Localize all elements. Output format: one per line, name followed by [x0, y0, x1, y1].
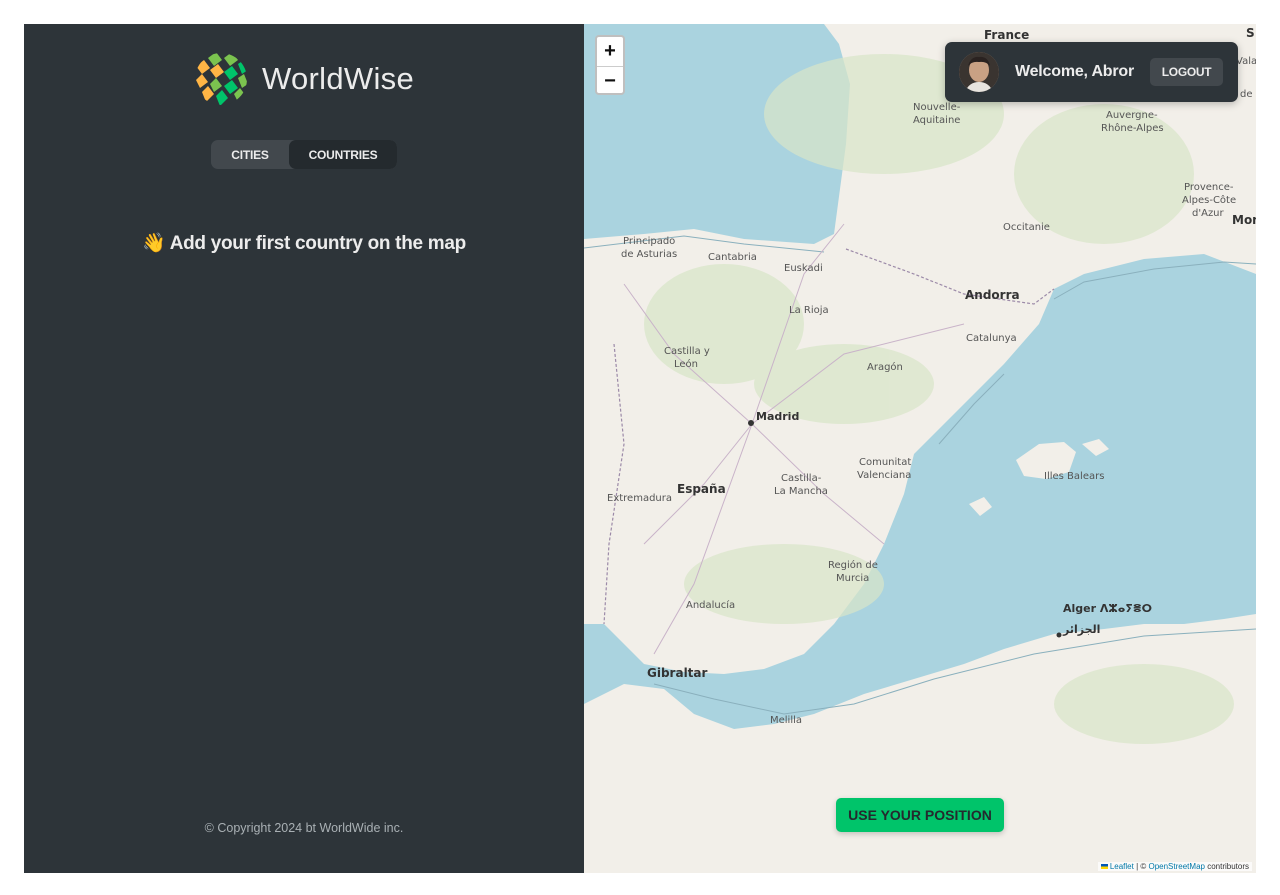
map-label-mon: Mon: [1232, 213, 1256, 227]
copyright: © Copyright 2024 bt WorldWide inc.: [204, 821, 404, 835]
map-label-occitanie: Occitanie: [1003, 222, 1050, 233]
map-label-provence1: Provence-: [1184, 182, 1234, 193]
map-label-edge-de: de: [1240, 89, 1253, 100]
use-position-button[interactable]: USE YOUR POSITION: [836, 798, 1004, 832]
map-label-edge-s: S: [1246, 26, 1255, 40]
map-label-madrid: Madrid: [756, 410, 799, 423]
map-label-nouvelle: Nouvelle-: [913, 102, 961, 113]
map-label-extremadura: Extremadura: [607, 493, 672, 504]
map-tiles[interactable]: France Nouvelle- Aquitaine Auvergne- Rhô…: [584, 24, 1256, 873]
map-label-catalunya: Catalunya: [966, 333, 1017, 344]
tab-cities[interactable]: CITIES: [211, 140, 289, 169]
map-label-edge-vala: Vala: [1236, 56, 1256, 67]
map-label-castilla2: León: [674, 358, 698, 370]
map-label-rhone: Rhône-Alpes: [1101, 122, 1164, 134]
view-tabs: CITIES COUNTRIES: [211, 140, 397, 169]
map-label-andorra: Andorra: [965, 288, 1020, 302]
attribution-contributors: contributors: [1204, 862, 1249, 871]
map-label-provence2: Alpes-Côte: [1182, 194, 1236, 206]
map-label-france: France: [984, 28, 1029, 42]
map-label-provence3: d'Azur: [1192, 208, 1225, 219]
map[interactable]: France Nouvelle- Aquitaine Auvergne- Rhô…: [584, 24, 1256, 873]
tab-countries[interactable]: COUNTRIES: [289, 140, 397, 169]
map-label-principado1: Principado: [623, 236, 675, 247]
empty-message: 👋 Add your first country on the map: [142, 233, 466, 254]
osm-link[interactable]: OpenStreetMap: [1148, 862, 1204, 871]
map-label-clm2: La Mancha: [774, 486, 828, 497]
attribution-separator: | ©: [1133, 862, 1149, 871]
welcome-text: Welcome, Abror: [1015, 63, 1135, 80]
sidebar: WorldWise CITIES COUNTRIES 👋 Add your fi…: [24, 24, 584, 873]
map-label-clm1: Castilla-: [781, 473, 822, 484]
map-label-larioja: La Rioja: [789, 305, 829, 316]
map-label-melilla: Melilla: [770, 715, 802, 726]
app-layout: WorldWise CITIES COUNTRIES 👋 Add your fi…: [24, 24, 1256, 873]
map-label-aragon: Aragón: [867, 361, 903, 373]
user-panel: Welcome, Abror LOGOUT: [945, 42, 1238, 102]
map-attribution: Leaflet | © OpenStreetMap contributors: [1097, 862, 1252, 871]
map-label-valencia2: Valenciana: [857, 470, 911, 481]
zoom-out-button[interactable]: −: [597, 67, 623, 96]
map-label-murcia1: Región de: [828, 559, 878, 571]
logo-text: WorldWise: [262, 61, 414, 96]
map-label-castilla1: Castilla y: [664, 346, 710, 357]
map-label-cantabria: Cantabria: [708, 252, 757, 263]
globe-logo-icon: [195, 53, 247, 105]
map-label-principado2: de Asturias: [621, 249, 677, 260]
map-label-espana: España: [677, 482, 726, 496]
map-label-euskadi: Euskadi: [784, 263, 823, 274]
leaflet-link[interactable]: Leaflet: [1110, 862, 1134, 871]
map-label-murcia2: Murcia: [836, 573, 869, 584]
map-label-andalucia: Andalucía: [686, 599, 735, 611]
map-label-auvergne: Auvergne-: [1106, 110, 1158, 121]
map-label-valencia1: Comunitat: [859, 457, 911, 468]
map-label-alger-ar: الجزائر: [1062, 623, 1100, 636]
logo[interactable]: WorldWise: [194, 52, 414, 106]
ukraine-flag-icon: [1100, 864, 1108, 870]
map-label-aquitaine: Aquitaine: [913, 115, 960, 126]
zoom-in-button[interactable]: +: [597, 37, 623, 67]
map-label-gibraltar: Gibraltar: [647, 666, 708, 680]
map-label-alger: Alger ⴷⵣⴰⵢⴻⵔ: [1063, 602, 1152, 615]
map-label-baleares: Illes Balears: [1044, 471, 1104, 482]
zoom-control: + −: [595, 35, 625, 95]
logout-button[interactable]: LOGOUT: [1150, 58, 1224, 86]
user-avatar: [959, 52, 999, 92]
